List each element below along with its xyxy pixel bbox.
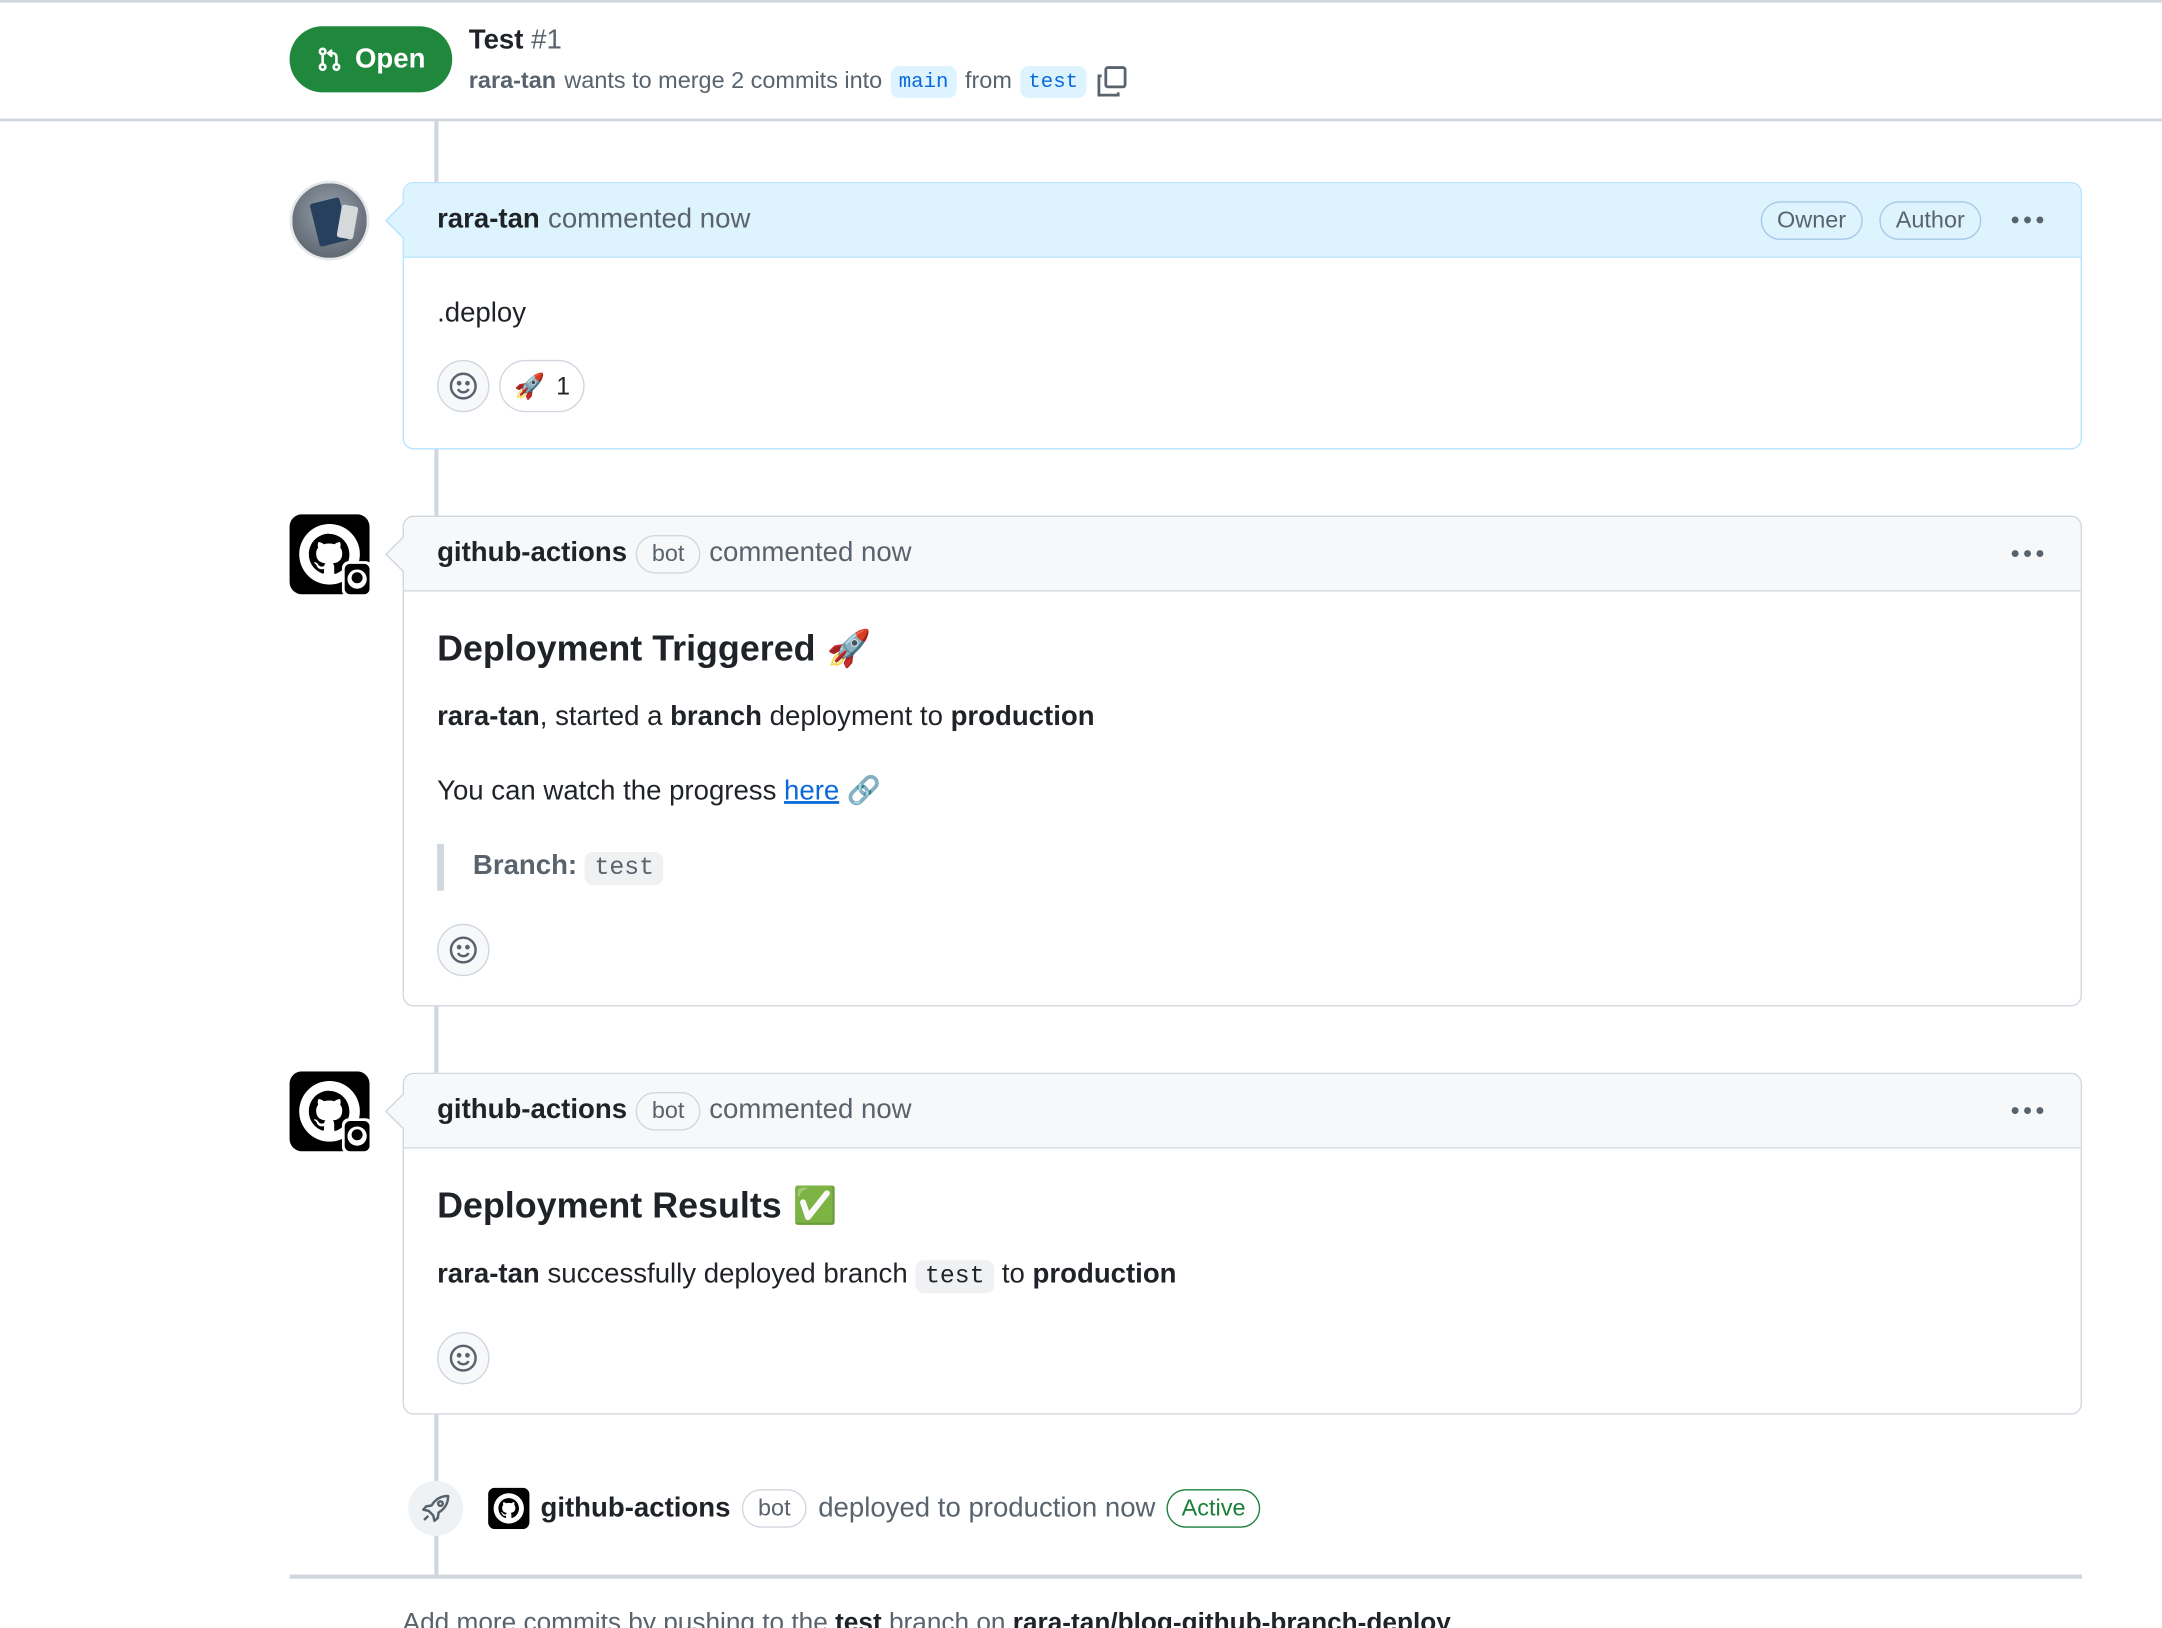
user-mention: rara-tan: [437, 701, 540, 733]
pr-author-link[interactable]: rara-tan: [469, 68, 556, 96]
more-options-icon[interactable]: [2006, 206, 2047, 234]
github-actions-avatar[interactable]: [289, 514, 373, 598]
comment-header: rara-tan commented now Owner Author: [385, 183, 2081, 258]
text-segment: .: [1450, 1609, 1459, 1628]
comment-body: .deploy: [437, 297, 527, 329]
more-options-icon[interactable]: [2006, 1097, 2047, 1125]
pr-state-label: Open: [354, 43, 426, 74]
text-segment: Add more commits by pushing to the: [402, 1609, 836, 1628]
smiley-icon: [449, 1344, 477, 1372]
deployment-status-badge[interactable]: Active: [1166, 1489, 1261, 1528]
comment-timestamp[interactable]: commented now: [548, 204, 750, 236]
comment-header: github-actions bot commented now: [385, 1074, 2081, 1149]
pr-header: Open Test #1 rara-tan wants to merge 2 c…: [0, 2, 2162, 122]
comment-timestamp[interactable]: commented now: [709, 538, 911, 570]
text-segment: successfully deployed branch: [539, 1258, 916, 1290]
text-segment: to: [994, 1258, 1033, 1290]
git-pull-request-icon: [319, 47, 342, 72]
reactions-row: [437, 923, 2047, 977]
pr-title-text: Test: [468, 24, 524, 56]
comment-timestamp[interactable]: commented now: [709, 1095, 911, 1127]
timeline-divider: [289, 1574, 2082, 1579]
branch-code: test: [584, 852, 664, 886]
footer-repo[interactable]: rara-tan/blog-github-branch-deploy: [1013, 1609, 1451, 1628]
branch-label: Branch:: [472, 850, 578, 882]
rocket-reaction-emoji: 🚀: [514, 371, 546, 400]
reactions-row: [437, 1331, 2047, 1385]
smiley-icon: [449, 936, 477, 964]
user-mention: rara-tan: [437, 1258, 540, 1290]
deploy-env: production: [1032, 1258, 1177, 1290]
text-segment: branch on: [881, 1609, 1013, 1628]
deploy-env: production: [950, 701, 1095, 733]
rocket-icon: [408, 1480, 464, 1536]
deploy-event-text: deployed to production now: [818, 1492, 1156, 1523]
text-segment: deployment to: [762, 701, 951, 733]
deploy-actor-link[interactable]: github-actions: [540, 1493, 730, 1525]
push-hint: Add more commits by pushing to the test …: [403, 1609, 1459, 1628]
bot-label: bot: [741, 1489, 808, 1528]
owner-label: Owner: [1760, 200, 1863, 240]
bot-label: bot: [635, 1091, 701, 1130]
branch-code: test: [915, 1260, 995, 1294]
deploy-result-line: rara-tan successfully deployed branch te…: [437, 1255, 2047, 1296]
footer-branch: test: [835, 1609, 882, 1628]
github-actions-small-avatar[interactable]: [488, 1487, 530, 1530]
comment-card: rara-tan commented now Owner Author .dep…: [385, 182, 2082, 450]
pr-title: Test #1: [469, 25, 562, 57]
pr-number: #1: [531, 24, 562, 56]
pr-from-text: from: [964, 67, 1012, 94]
comment-author-link[interactable]: github-actions: [437, 1095, 627, 1127]
pr-state-badge: Open: [289, 26, 453, 93]
comment-header: github-actions bot commented now: [385, 517, 2081, 592]
link-emoji: 🔗: [846, 776, 882, 807]
progress-line: You can watch the progress here 🔗: [437, 772, 2047, 811]
branch-quote: Branch: test: [437, 843, 2047, 891]
rocket-reaction-button[interactable]: 🚀 1: [499, 359, 586, 413]
timeline-line: [434, 121, 439, 183]
comment-heading: Deployment Results ✅: [437, 1184, 2047, 1227]
more-options-icon[interactable]: [2006, 540, 2047, 568]
reaction-count: 1: [556, 371, 571, 400]
base-branch-link[interactable]: main: [890, 65, 957, 98]
reactions-row: 🚀 1: [437, 359, 2047, 413]
comment-card: github-actions bot commented now Deploym…: [385, 515, 2082, 1007]
comment-heading: Deployment Triggered 🚀: [437, 627, 2047, 670]
deploy-started-line: rara-tan, started a branch deployment to…: [437, 698, 2047, 737]
pr-meta: rara-tan wants to merge 2 commits into m…: [469, 65, 1128, 98]
deployment-event: github-actions bot deployed to productio…: [408, 1480, 1261, 1536]
timeline-line: [434, 449, 439, 516]
heading-text: Deployment Results: [437, 1184, 782, 1226]
heading-text: Deployment Triggered: [437, 627, 816, 669]
text-segment: , started a: [539, 701, 671, 733]
head-branch-link[interactable]: test: [1020, 65, 1087, 98]
rocket-emoji: 🚀: [826, 627, 872, 669]
add-reaction-button[interactable]: [437, 923, 490, 977]
copy-icon[interactable]: [1095, 65, 1128, 98]
bot-label: bot: [635, 534, 701, 573]
comment-card: github-actions bot commented now Deploym…: [385, 1072, 2082, 1415]
comment-author-link[interactable]: github-actions: [437, 538, 627, 570]
deploy-kind: branch: [670, 701, 763, 733]
check-emoji: ✅: [792, 1184, 838, 1226]
add-reaction-button[interactable]: [437, 1331, 490, 1385]
text-segment: You can watch the progress: [437, 776, 785, 807]
author-label: Author: [1879, 200, 1982, 240]
progress-link[interactable]: here: [784, 776, 839, 806]
smiley-icon: [449, 372, 477, 400]
pr-merge-text: wants to merge 2 commits into: [564, 67, 883, 94]
timeline-line: [434, 1006, 439, 1073]
github-actions-avatar[interactable]: [289, 1071, 373, 1155]
avatar[interactable]: [289, 180, 370, 261]
comment-author-link[interactable]: rara-tan: [437, 204, 540, 236]
add-reaction-button[interactable]: [437, 359, 490, 413]
